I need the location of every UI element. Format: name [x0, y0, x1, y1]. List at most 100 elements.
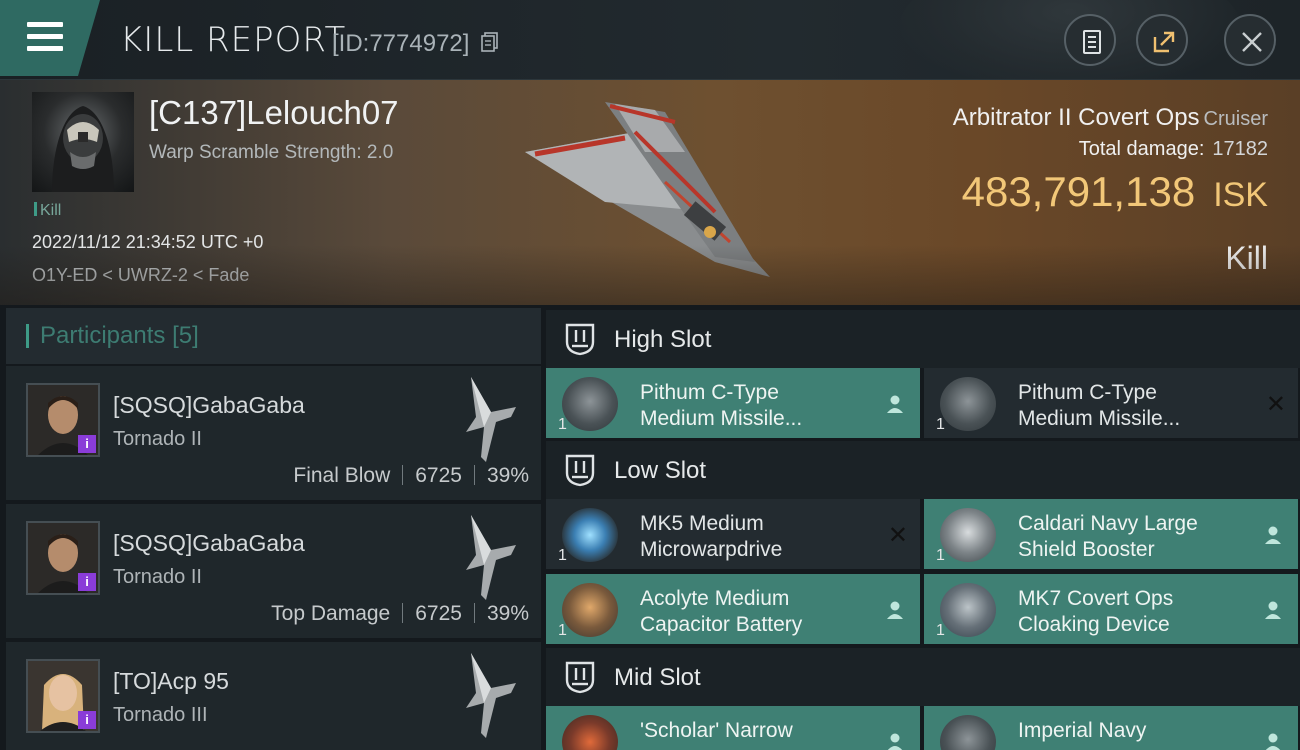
- module-quantity: 1: [558, 547, 567, 564]
- mid-slot-header: Mid Slot: [546, 648, 1300, 706]
- mid-slot-icon: [565, 661, 595, 694]
- low-slot-icon: [565, 454, 595, 487]
- participant-damage: 6725: [415, 602, 462, 625]
- participants-title: Participants [5]: [40, 322, 199, 350]
- module-quantity: 1: [936, 547, 945, 564]
- participant-ship-icon: [466, 653, 516, 738]
- share-button[interactable]: [1136, 14, 1188, 66]
- participant-card[interactable]: i [SQSQ]GabaGaba Tornado II Final Blow 67…: [6, 366, 541, 500]
- module-item[interactable]: 'Scholar' Narrow: [546, 706, 920, 750]
- person-icon: [1265, 526, 1281, 544]
- page-title: KILL REPORT: [120, 20, 347, 60]
- participant-name[interactable]: [SQSQ]GabaGaba: [113, 392, 305, 419]
- module-item[interactable]: Imperial Navy: [924, 706, 1298, 750]
- participant-role: Final Blow: [293, 464, 391, 487]
- header-marker: [26, 324, 29, 348]
- kill-tag-label: Kill: [40, 202, 62, 219]
- low-slot-title: Low Slot: [614, 457, 707, 484]
- participant-avatar[interactable]: i: [26, 521, 100, 595]
- person-icon: [887, 733, 903, 750]
- participant-percent: 39%: [486, 464, 529, 487]
- top-bar: KILL REPORT [ID:7774972]: [0, 0, 1300, 90]
- participant-ship: Tornado III: [113, 704, 208, 726]
- isk-value: 483,791,138 ISK: [962, 168, 1268, 216]
- participant-ship: Tornado II: [113, 566, 202, 588]
- victim-name[interactable]: [C137]Lelouch07: [149, 94, 399, 132]
- kill-location: O1Y-ED < UWRZ-2 < Fade: [32, 265, 250, 285]
- module-item[interactable]: 1 Acolyte Medium Capacitor Battery: [546, 574, 920, 644]
- divider: [473, 465, 475, 485]
- module-name: Acolyte Medium Capacitor Battery: [640, 587, 803, 636]
- high-slot-header: High Slot: [546, 310, 1300, 368]
- participant-name[interactable]: [SQSQ]GabaGaba: [113, 530, 305, 557]
- microwarpdrive-icon: [562, 508, 618, 562]
- victim-ship-image: [525, 102, 770, 277]
- participant-avatar[interactable]: i: [26, 659, 100, 733]
- menu-icon-bar: [27, 34, 63, 39]
- clipboard-icon: [1083, 30, 1101, 54]
- participant-card[interactable]: i [TO]Acp 95 Tornado III: [6, 642, 541, 750]
- participant-name[interactable]: [TO]Acp 95: [113, 668, 229, 695]
- module-quantity: 1: [936, 622, 945, 639]
- participant-ship-icon: [466, 377, 516, 462]
- shield-booster-icon: [940, 508, 996, 562]
- report-id: [ID:7774972]: [332, 30, 470, 57]
- isk-amount: 483,791,138: [961, 168, 1196, 215]
- module-name: MK5 Medium Microwarpdrive: [640, 512, 783, 561]
- module-quantity: 1: [558, 416, 567, 433]
- participant-ship-icon: [466, 515, 516, 600]
- module-item[interactable]: 1 Caldari Navy Large Shield Booster: [924, 499, 1298, 569]
- participant-stats: Final Blow 6725 39%: [293, 464, 529, 488]
- module-item[interactable]: 1 MK7 Covert Ops Cloaking Device: [924, 574, 1298, 644]
- module-name: Pithum C-Type Medium Missile...: [640, 381, 803, 430]
- missile-launcher-icon: [562, 377, 618, 431]
- capacitor-battery-icon: [562, 583, 618, 637]
- person-icon: [887, 395, 903, 413]
- participant-avatar[interactable]: i: [26, 383, 100, 457]
- info-badge-icon: i: [78, 573, 96, 591]
- participants-label: Participants: [40, 322, 166, 349]
- cloaking-device-icon: [940, 583, 996, 637]
- victim-portrait[interactable]: [32, 92, 134, 192]
- module-item[interactable]: 1 Pithum C-Type Medium Missile...: [546, 368, 920, 438]
- info-badge-icon: i: [78, 435, 96, 453]
- menu-icon: [27, 22, 63, 27]
- ship-name[interactable]: Arbitrator II Covert Ops Cruiser: [953, 104, 1268, 132]
- result-label: Kill: [1225, 240, 1268, 276]
- module-quantity: 1: [936, 416, 945, 433]
- participants-count: [5]: [172, 322, 199, 349]
- hooded-pilot-avatar: [52, 106, 114, 192]
- high-slot-icon: [565, 323, 595, 356]
- menu-icon-bar: [27, 46, 63, 51]
- participant-card[interactable]: i [SQSQ]GabaGaba Tornado II Top Damage 67…: [6, 504, 541, 638]
- module-item[interactable]: 1 MK5 Medium Microwarpdrive ✕: [546, 499, 920, 569]
- missile-launcher-icon: [940, 377, 996, 431]
- high-slot-title: High Slot: [614, 326, 712, 353]
- warp-disruptor-icon: [940, 715, 996, 750]
- ship-class: Cruiser: [1203, 108, 1268, 130]
- divider: [473, 603, 475, 623]
- sensor-booster-icon: [562, 715, 618, 750]
- module-name: Pithum C-Type Medium Missile...: [1018, 381, 1181, 430]
- divider: [402, 603, 404, 623]
- person-icon: [1265, 601, 1281, 619]
- module-item[interactable]: 1 Pithum C-Type Medium Missile... ✕: [924, 368, 1298, 438]
- info-badge-icon: i: [78, 711, 96, 729]
- menu-button[interactable]: [0, 0, 100, 76]
- ship-name-text: Arbitrator II Covert Ops: [952, 104, 1200, 131]
- divider: [402, 465, 404, 485]
- kill-tag: Kill: [34, 202, 61, 220]
- participant-role: Top Damage: [271, 602, 391, 625]
- person-icon: [887, 601, 903, 619]
- mid-slot-title: Mid Slot: [614, 664, 701, 691]
- close-button[interactable]: [1224, 14, 1276, 66]
- close-icon: [1242, 32, 1262, 52]
- report-list-button[interactable]: [1064, 14, 1116, 66]
- tag-marker: [34, 202, 37, 216]
- person-icon: [1265, 733, 1281, 750]
- isk-unit: ISK: [1213, 176, 1268, 214]
- participant-damage: 6725: [415, 464, 462, 487]
- share-icon: [1153, 31, 1175, 53]
- copy-icon[interactable]: [481, 32, 499, 52]
- participants-header: Participants [5]: [6, 308, 541, 364]
